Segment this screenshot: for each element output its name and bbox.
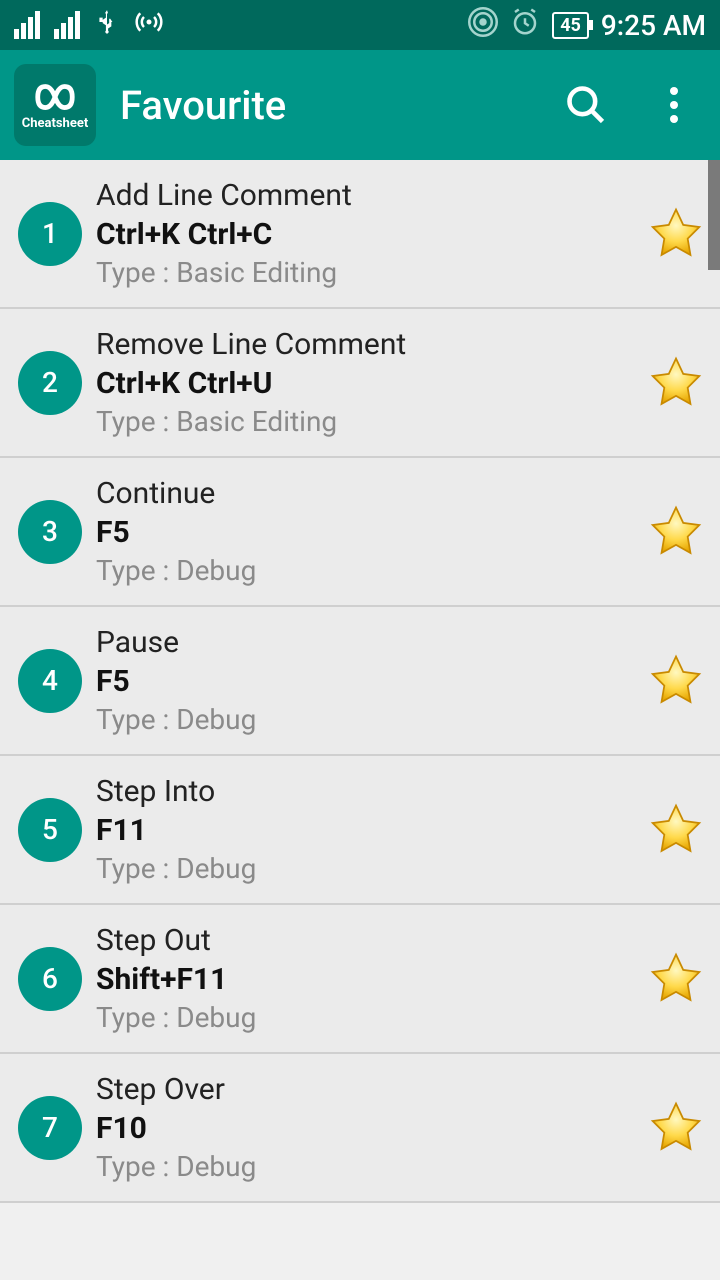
more-vert-icon: [670, 87, 678, 123]
app-icon-label: Cheatsheet: [22, 116, 89, 131]
item-title: Step Into: [96, 774, 634, 809]
favourite-star-button[interactable]: [648, 951, 704, 1007]
item-shortcut: Ctrl+K Ctrl+C: [96, 217, 634, 252]
item-type: Type : Basic Editing: [96, 405, 634, 438]
item-shortcut: F5: [96, 664, 634, 699]
status-left: [14, 7, 164, 44]
battery-icon: 45: [552, 12, 589, 39]
item-title: Add Line Comment: [96, 178, 634, 213]
favourite-star-button[interactable]: [648, 355, 704, 411]
item-shortcut: Ctrl+K Ctrl+U: [96, 366, 634, 401]
usb-icon: [94, 9, 120, 42]
list-item[interactable]: 3 Continue F5 Type : Debug: [0, 458, 720, 607]
app-bar: Cheatsheet Favourite: [0, 50, 720, 160]
item-type: Type : Debug: [96, 852, 634, 885]
item-title: Step Out: [96, 923, 634, 958]
search-icon: [564, 83, 608, 127]
signal-icon-2: [54, 11, 80, 39]
status-time: 9:25 AM: [601, 9, 706, 42]
scrollbar[interactable]: [708, 160, 720, 270]
favourite-star-button[interactable]: [648, 653, 704, 709]
list-item[interactable]: 7 Step Over F10 Type : Debug: [0, 1054, 720, 1203]
overflow-menu-button[interactable]: [642, 73, 706, 137]
item-type: Type : Debug: [96, 1001, 634, 1034]
app-icon[interactable]: Cheatsheet: [14, 64, 96, 146]
item-content: Pause F5 Type : Debug: [96, 625, 634, 736]
item-title: Step Over: [96, 1072, 634, 1107]
item-shortcut: F5: [96, 515, 634, 550]
shortcut-list[interactable]: 1 Add Line Comment Ctrl+K Ctrl+C Type : …: [0, 160, 720, 1203]
item-number-badge: 7: [18, 1096, 82, 1160]
item-type: Type : Debug: [96, 703, 634, 736]
item-title: Continue: [96, 476, 634, 511]
item-number-badge: 3: [18, 500, 82, 564]
alarm-icon: [510, 7, 540, 44]
item-type: Type : Debug: [96, 554, 634, 587]
item-type: Type : Debug: [96, 1150, 634, 1183]
item-number-badge: 6: [18, 947, 82, 1011]
item-number-badge: 5: [18, 798, 82, 862]
list-item[interactable]: 1 Add Line Comment Ctrl+K Ctrl+C Type : …: [0, 160, 720, 309]
item-content: Continue F5 Type : Debug: [96, 476, 634, 587]
favourite-star-button[interactable]: [648, 1100, 704, 1156]
item-shortcut: F10: [96, 1111, 634, 1146]
status-bar: 45 9:25 AM: [0, 0, 720, 50]
hotspot-icon: [134, 7, 164, 44]
search-button[interactable]: [554, 73, 618, 137]
item-title: Pause: [96, 625, 634, 660]
item-shortcut: F11: [96, 813, 634, 848]
item-number-badge: 2: [18, 351, 82, 415]
item-number-badge: 4: [18, 649, 82, 713]
item-shortcut: Shift+F11: [96, 962, 634, 997]
item-content: Step Into F11 Type : Debug: [96, 774, 634, 885]
infinity-icon: [32, 80, 78, 114]
item-number-badge: 1: [18, 202, 82, 266]
item-type: Type : Basic Editing: [96, 256, 634, 289]
item-content: Step Over F10 Type : Debug: [96, 1072, 634, 1183]
list-item[interactable]: 5 Step Into F11 Type : Debug: [0, 756, 720, 905]
page-title: Favourite: [120, 82, 530, 129]
list-item[interactable]: 4 Pause F5 Type : Debug: [0, 607, 720, 756]
broadcast-icon: [468, 7, 498, 44]
item-content: Add Line Comment Ctrl+K Ctrl+C Type : Ba…: [96, 178, 634, 289]
item-content: Step Out Shift+F11 Type : Debug: [96, 923, 634, 1034]
item-title: Remove Line Comment: [96, 327, 634, 362]
favourite-star-button[interactable]: [648, 802, 704, 858]
signal-icon: [14, 11, 40, 39]
list-item[interactable]: 6 Step Out Shift+F11 Type : Debug: [0, 905, 720, 1054]
list-item[interactable]: 2 Remove Line Comment Ctrl+K Ctrl+U Type…: [0, 309, 720, 458]
status-right: 45 9:25 AM: [468, 7, 706, 44]
item-content: Remove Line Comment Ctrl+K Ctrl+U Type :…: [96, 327, 634, 438]
favourite-star-button[interactable]: [648, 504, 704, 560]
favourite-star-button[interactable]: [648, 206, 704, 262]
